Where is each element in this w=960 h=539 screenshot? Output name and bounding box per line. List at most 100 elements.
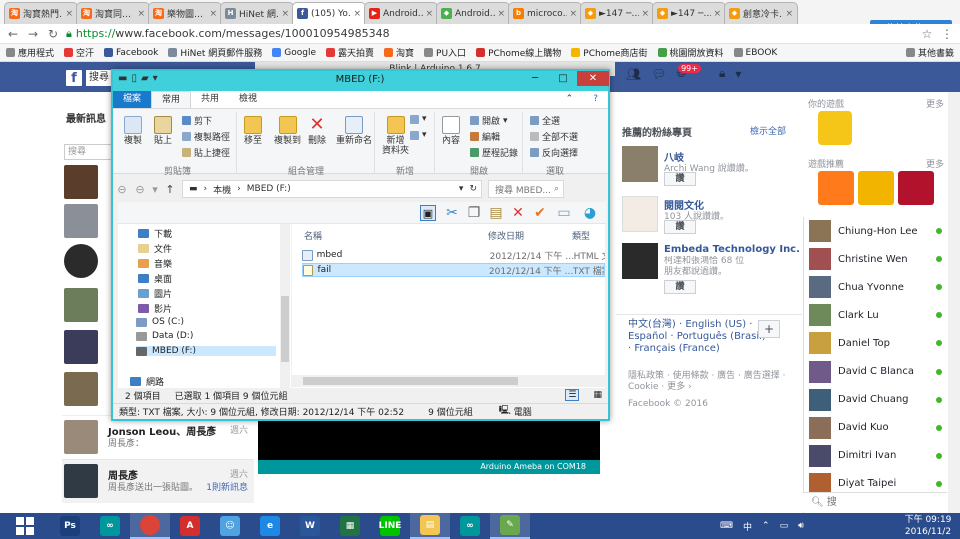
avatar[interactable] xyxy=(64,330,98,364)
like-button[interactable]: 讚 xyxy=(664,172,696,186)
nav-item[interactable]: Data (D:) xyxy=(136,331,193,341)
bookmark-item[interactable]: PChome商店街 xyxy=(571,46,648,59)
chat-contact[interactable]: David Chuang xyxy=(809,388,947,411)
tiles-view-icon[interactable]: ▦ xyxy=(593,390,602,400)
bookmark-item[interactable]: HiNet 網頁郵件服務 xyxy=(168,46,262,59)
file-row[interactable]: mbed 2012/12/14 下午 … HTML 文件 xyxy=(302,248,605,262)
taskbar-app[interactable]: ▤ xyxy=(410,513,450,539)
shell-icon[interactable]: ◕ xyxy=(582,205,598,221)
properties-icon[interactable]: ▯ xyxy=(131,73,137,84)
details-view-icon[interactable]: ☰ xyxy=(565,389,580,401)
bookmark-item[interactable]: PChome線上購物 xyxy=(476,46,561,59)
preview-pane-icon[interactable]: ▣ xyxy=(420,205,436,221)
close-tab-icon[interactable]: × xyxy=(569,9,577,19)
bookmark-item[interactable]: 露天拍賣 xyxy=(326,46,374,59)
taskbar-app[interactable]: e xyxy=(250,513,290,539)
copy-path-button[interactable]: 複製路徑 xyxy=(182,130,230,143)
recommended-games-more-link[interactable]: 更多 xyxy=(926,157,944,170)
page-thumbnail[interactable] xyxy=(622,146,658,182)
privacy-icon[interactable]: 🔒︎ xyxy=(719,66,725,81)
see-all-link[interactable]: 檢示全部 xyxy=(750,124,786,137)
close-tab-icon[interactable]: × xyxy=(353,9,361,19)
avatar[interactable] xyxy=(64,244,98,278)
page-thumbnail[interactable] xyxy=(622,196,658,232)
ime-indicator[interactable]: 中 xyxy=(743,520,752,533)
close-tab-icon[interactable]: × xyxy=(65,9,73,19)
nav-item[interactable]: 圖片 xyxy=(138,287,172,300)
game-icon[interactable] xyxy=(898,171,934,205)
tray-expand-icon[interactable]: ⌃ xyxy=(762,521,770,531)
file-row-selected[interactable]: fail 2012/12/14 下午 … TXT 檔案 xyxy=(302,263,605,277)
copy-to-button[interactable]: 複製到 xyxy=(274,116,301,146)
like-button[interactable]: 讚 xyxy=(664,280,696,294)
breadcrumb-pc[interactable]: 本機 xyxy=(213,183,231,196)
open-button[interactable]: 開啟 ▾ xyxy=(470,114,508,127)
bookmark-item[interactable]: 淘寶 xyxy=(384,46,414,59)
help-icon[interactable]: ? xyxy=(583,91,608,108)
minimize-button[interactable]: ─ xyxy=(521,71,549,86)
taskbar-app[interactable]: LINE xyxy=(370,513,410,539)
page-thumbnail[interactable] xyxy=(622,243,658,279)
history-button[interactable]: 歷程記錄 xyxy=(470,146,518,159)
browser-tab[interactable]: f(105) Yo…× xyxy=(292,2,366,24)
paste-shortcut-button[interactable]: 貼上捷徑 xyxy=(182,146,230,159)
nav-item[interactable]: 音樂 xyxy=(138,257,172,270)
file-scroll-thumb[interactable] xyxy=(303,377,518,385)
copy-icon[interactable]: ❐ xyxy=(466,205,482,221)
move-to-button[interactable]: 移至 xyxy=(244,116,262,146)
nav-item[interactable]: OS (C:) xyxy=(136,317,184,327)
chat-contact[interactable]: Dimitri Ivan xyxy=(809,444,947,467)
folder-icon[interactable]: ▰ xyxy=(141,73,149,84)
properties-button[interactable]: 內容 xyxy=(442,116,460,146)
chat-contact[interactable]: Clark Lu xyxy=(809,304,947,327)
avatar[interactable] xyxy=(64,165,98,199)
chat-contact[interactable]: Chua Yvonne xyxy=(809,276,947,299)
browser-tab[interactable]: 淘淘寶熱門…× xyxy=(4,2,78,24)
browser-tab[interactable]: HHiNet 網…× xyxy=(220,2,294,24)
network-icon[interactable]: ▭ xyxy=(780,521,789,531)
nav-item[interactable]: 文件 xyxy=(138,242,172,255)
check-icon[interactable]: ✔ xyxy=(532,205,548,221)
tab-home[interactable]: 常用 xyxy=(151,91,192,108)
nav-item[interactable]: 桌面 xyxy=(138,272,172,285)
chat-contact[interactable]: Daniel Top xyxy=(809,332,947,355)
column-date[interactable]: 修改日期 xyxy=(488,229,524,242)
browser-tab[interactable]: 淘樂物圖… × xyxy=(148,2,222,24)
paste-button[interactable]: 貼上 xyxy=(154,116,172,146)
cut-icon[interactable]: ✂ xyxy=(444,205,460,221)
facebook-logo[interactable]: f xyxy=(66,70,82,86)
new-item-button[interactable]: ▾ xyxy=(410,114,427,124)
path-breadcrumb[interactable]: ▬ › 本機 › MBED (F:) ▾ ↻ xyxy=(182,180,482,198)
select-all-button[interactable]: 全選 xyxy=(530,114,560,127)
column-name[interactable]: 名稱 xyxy=(304,229,322,242)
browser-tab[interactable]: ◆ ►147 ─… × xyxy=(580,2,654,24)
chat-contact[interactable]: David C Blanca xyxy=(809,360,947,383)
delete-icon[interactable]: ✕ xyxy=(510,205,526,221)
close-tab-icon[interactable]: × xyxy=(785,9,793,19)
explorer-search-input[interactable]: 搜尋 MBED... ⌕ xyxy=(488,180,564,198)
close-tab-icon[interactable]: × xyxy=(281,9,289,19)
forward-arrow-icon[interactable]: ⊖ xyxy=(134,183,146,196)
delete-button[interactable]: ✕ 刪除 xyxy=(308,116,326,147)
browser-tab[interactable]: ▶ Android… × xyxy=(364,2,438,24)
star-icon[interactable]: ☆ xyxy=(920,27,934,41)
paste-icon[interactable]: ▤ xyxy=(488,205,504,221)
message-thread[interactable]: 周長彥 周長彥送出一張貼圖。 週六 1則新訊息 xyxy=(62,459,254,503)
browser-tab[interactable]: ◆ Android… × xyxy=(436,2,510,24)
maximize-button[interactable]: □ xyxy=(549,71,577,86)
chat-contact[interactable]: Chiung-Hon Lee xyxy=(809,220,947,242)
browser-tab[interactable]: ◆ ►147 ─… × xyxy=(652,2,726,24)
taskbar-app[interactable]: ∞ xyxy=(450,513,490,539)
close-tab-icon[interactable]: × xyxy=(713,9,721,19)
bookmark-item[interactable]: 空汗 xyxy=(64,46,94,59)
path-dropdown-icon[interactable]: ▾ xyxy=(459,184,464,194)
close-button[interactable]: ✕ xyxy=(577,71,609,86)
browser-tab[interactable]: 淘淘寶同… × xyxy=(76,2,150,24)
avatar[interactable] xyxy=(64,204,98,238)
nav-scroll-thumb[interactable] xyxy=(281,296,289,362)
taskbar-app[interactable]: A xyxy=(170,513,210,539)
nav-item[interactable]: 影片 xyxy=(138,302,172,315)
taskbar-app[interactable]: ☺ xyxy=(210,513,250,539)
nav-item[interactable]: MBED (F:) xyxy=(136,346,276,356)
games-more-link[interactable]: 更多 xyxy=(926,97,944,110)
